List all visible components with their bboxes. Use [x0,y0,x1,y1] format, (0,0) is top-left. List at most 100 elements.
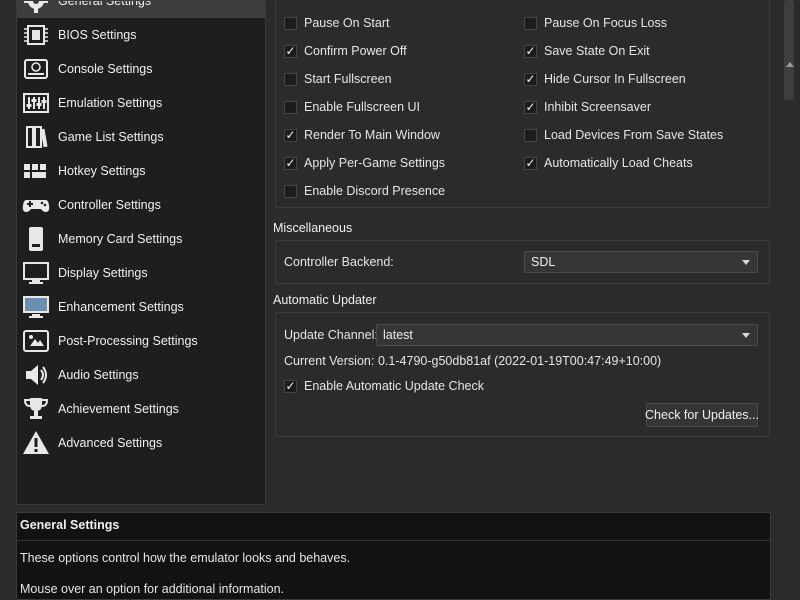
select-value: SDL [531,255,556,269]
checkbox-box[interactable] [524,16,537,30]
checkbox-label: Enable Automatic Update Check [304,379,484,393]
controller-backend-select[interactable]: SDL [524,251,758,273]
sidebar-item-label: Memory Card Settings [58,232,183,246]
checkbox-label: Enable Fullscreen UI [304,100,421,114]
load-devices-from-save-states-checkbox[interactable]: Load Devices From Save States [524,126,723,144]
checkbox-label: Pause On Start [304,16,390,30]
checkbox-label: Load Devices From Save States [544,128,724,142]
scrollbar-thumb[interactable] [784,0,794,100]
display-enhance-icon [20,292,52,322]
memory-card-icon [20,224,52,254]
monitor-icon [20,258,52,288]
warning-icon [20,428,52,458]
controller-backend-label: Controller Backend: [284,255,394,269]
checkbox-box[interactable]: ✓ [524,72,537,86]
automatically-load-cheats-checkbox[interactable]: ✓ Automatically Load Cheats [524,154,693,172]
checkbox-label: Render To Main Window [304,128,440,142]
sidebar-item-game-list[interactable]: Game List Settings [17,120,265,154]
check-for-updates-button[interactable]: Check for Updates... [645,403,759,427]
sidebar-item-label: Achievement Settings [58,402,179,416]
gamepad-icon [20,190,52,220]
info-hint: Mouse over an option for additional info… [20,582,285,596]
sidebar-item-achievement[interactable]: Achievement Settings [17,392,265,426]
sidebar-item-label: Controller Settings [58,198,161,212]
enable-discord-presence-checkbox[interactable]: Enable Discord Presence [284,182,445,200]
sidebar-item-hotkey[interactable]: Hotkey Settings [17,154,265,188]
sidebar-item-label: Audio Settings [58,368,139,382]
trophy-icon [20,394,52,424]
sidebar-item-emulation[interactable]: Emulation Settings [17,86,265,120]
sidebar-item-label: Display Settings [58,266,148,280]
keyboard-icon [20,156,52,186]
pause-on-focus-loss-checkbox[interactable]: Pause On Focus Loss [524,14,667,32]
hide-cursor-in-fullscreen-checkbox[interactable]: ✓ Hide Cursor In Fullscreen [524,70,686,88]
checkbox-box[interactable] [284,184,297,198]
speaker-icon [20,360,52,390]
sidebar-item-label: Emulation Settings [58,96,163,110]
checkbox-label: Automatically Load Cheats [544,156,693,170]
checkbox-box[interactable]: ✓ [524,100,537,114]
enable-automatic-update-check-checkbox[interactable]: ✓ Enable Automatic Update Check [284,377,484,395]
checkbox-label: Enable Discord Presence [304,184,446,198]
info-divider [17,540,770,541]
sidebar-item-label: Game List Settings [58,130,164,144]
sidebar-item-audio[interactable]: Audio Settings [17,358,265,392]
checkbox-label: Pause On Focus Loss [544,16,667,30]
current-version-label: Current Version: [284,354,375,368]
checkbox-box[interactable]: ✓ [524,156,537,170]
settings-category-list[interactable]: General Settings BIOS Settings Console S… [16,0,266,505]
sidebar-item-general[interactable]: General Settings [17,0,265,18]
sidebar-item-label: Advanced Settings [58,436,163,450]
update-channel-label: Update Channel: [284,328,378,342]
automatic-updater-title: Automatic Updater [273,293,377,307]
sidebar-item-bios[interactable]: BIOS Settings [17,18,265,52]
checkbox-box[interactable] [284,16,297,30]
checkbox-box[interactable] [284,100,297,114]
save-state-on-exit-checkbox[interactable]: ✓ Save State On Exit [524,42,650,60]
post-processing-icon [20,326,52,356]
help-info-panel: General Settings These options control h… [16,512,771,600]
sidebar-item-label: Post-Processing Settings [58,334,198,348]
console-icon [20,54,52,84]
pause-on-start-checkbox[interactable]: Pause On Start [284,14,389,32]
checkbox-box[interactable]: ✓ [524,44,537,58]
miscellaneous-title: Miscellaneous [273,221,353,235]
update-channel-select[interactable]: latest [376,324,758,346]
start-fullscreen-checkbox[interactable]: Start Fullscreen [284,70,392,88]
sidebar-item-advanced[interactable]: Advanced Settings [17,426,265,460]
checkbox-box[interactable] [524,128,537,142]
info-title: General Settings [20,518,120,532]
current-version-value: 0.1-4790-g50db81af (2022-01-19T00:47:49+… [378,354,662,368]
apply-per-game-settings-checkbox[interactable]: ✓ Apply Per-Game Settings [284,154,445,172]
vertical-scrollbar[interactable] [782,0,796,505]
checkbox-box[interactable]: ✓ [284,379,297,393]
chevron-down-icon [742,333,750,338]
scroll-up-arrow-icon[interactable] [786,62,794,67]
checkbox-label: Inhibit Screensaver [544,100,652,114]
checkbox-box[interactable]: ✓ [284,156,297,170]
books-icon [20,122,52,152]
confirm-power-off-checkbox[interactable]: ✓ Confirm Power Off [284,42,407,60]
sidebar-item-memory-card[interactable]: Memory Card Settings [17,222,265,256]
sidebar-item-label: General Settings [58,0,152,8]
render-to-main-window-checkbox[interactable]: ✓ Render To Main Window [284,126,440,144]
sidebar-item-console[interactable]: Console Settings [17,52,265,86]
sidebar-item-enhancement[interactable]: Enhancement Settings [17,290,265,324]
checkbox-box[interactable]: ✓ [284,44,297,58]
checkbox-label: Save State On Exit [544,44,650,58]
checkbox-label: Start Fullscreen [304,72,392,86]
gear-icon [20,1,52,16]
sidebar-item-post-processing[interactable]: Post-Processing Settings [17,324,265,358]
enable-fullscreen-ui-checkbox[interactable]: Enable Fullscreen UI [284,98,420,116]
checkbox-label: Confirm Power Off [304,44,407,58]
checkbox-box[interactable] [284,72,297,86]
sidebar-item-controller[interactable]: Controller Settings [17,188,265,222]
inhibit-screensaver-checkbox[interactable]: ✓ Inhibit Screensaver [524,98,651,116]
sidebar-item-display[interactable]: Display Settings [17,256,265,290]
sidebar-item-label: BIOS Settings [58,28,137,42]
checkbox-box[interactable]: ✓ [284,128,297,142]
info-description: These options control how the emulator l… [20,551,351,565]
checkbox-label: Apply Per-Game Settings [304,156,446,170]
chevron-down-icon [742,260,750,265]
sidebar-item-label: Console Settings [58,62,153,76]
